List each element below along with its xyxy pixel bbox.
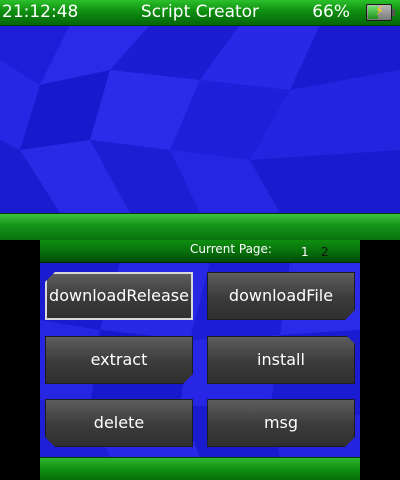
top-screen: 21:12:48 Script Creator 66% ⚡ [0, 0, 400, 240]
charging-bolt-icon: ⚡ [375, 4, 385, 19]
top-footer-bar [0, 213, 400, 240]
extract-button[interactable]: extract [45, 336, 193, 384]
blue-polygon-wallpaper [0, 0, 400, 240]
current-page-label: Current Page: [190, 242, 272, 256]
download-file-button[interactable]: downloadFile [207, 272, 355, 320]
status-bar: 21:12:48 Script Creator 66% ⚡ [0, 0, 400, 26]
battery-percentage: 66% [312, 2, 350, 22]
page-indicator-bar: Current Page: 1 2 [40, 240, 360, 263]
page-2-link[interactable]: 2 [321, 245, 329, 259]
page-1-link[interactable]: 1 [301, 245, 309, 259]
msg-button[interactable]: msg [207, 399, 355, 447]
bottom-footer-bar [40, 457, 360, 480]
install-button[interactable]: install [207, 336, 355, 384]
bottom-screen: Current Page: 1 2 downloadRelease downlo… [40, 240, 360, 480]
download-release-button[interactable]: downloadRelease [45, 272, 193, 320]
delete-button[interactable]: delete [45, 399, 193, 447]
battery-charging-icon: ⚡ [366, 4, 395, 21]
